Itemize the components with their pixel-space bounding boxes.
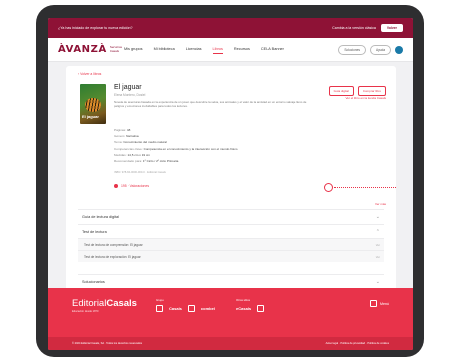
rating-text: 195 · Valoraciones — [121, 184, 150, 188]
footer-group-other: Otros sitios eCasals — [236, 298, 265, 312]
test-label: Test de lectura de exploración: El jagua… — [84, 254, 141, 259]
accordion-header[interactable]: Test de lectura ⌃ — [78, 225, 384, 238]
meta-value: Conocimiento del medio natural — [123, 140, 167, 145]
brand-ecasals-link[interactable]: eCasals — [236, 306, 251, 311]
meta-key: Competencias clave: — [114, 146, 143, 151]
callout-dotted-line — [334, 187, 396, 188]
solutions-button[interactable]: Soluciones — [338, 44, 367, 55]
footer-menu-label: Menú — [380, 301, 389, 306]
footer-bottom-bar: © 2024 Editorial Casals, SA · Todos los … — [48, 337, 413, 350]
meta-value: Competencia en el conocimiento y la inte… — [143, 146, 238, 151]
brand-casals-link[interactable]: Casals — [169, 306, 182, 311]
meta-key: Tema: — [114, 140, 123, 145]
nav-item-mi-biblioteca[interactable]: Mi biblioteca — [154, 45, 175, 54]
accordion-header[interactable]: Guía de lectura digital ⌄ — [78, 210, 384, 223]
accordion-title: Test de lectura — [82, 229, 107, 234]
promo-actions: Cambia a la versión clásica Volver — [332, 24, 403, 32]
logo-subtext: Servicios Casals — [109, 45, 122, 53]
accordion-title: Solucionarios — [82, 279, 105, 284]
footer-logo-b: Casals — [106, 298, 137, 309]
combel-icon — [187, 305, 195, 312]
casals-icon — [156, 305, 163, 312]
accordion-reading-guide[interactable]: Guía de lectura digital ⌄ — [78, 209, 384, 223]
chevron-down-icon: ⌄ — [375, 278, 380, 285]
main-header: ÀVANZÀ Servicios Casals Mis grupos Mi bi… — [48, 38, 413, 62]
book-author: Elena Montero, Dosiel — [114, 93, 146, 97]
book-detail-card: ‹ Volver a libros El jaguar El jaguar El… — [66, 66, 396, 306]
list-item[interactable]: Test de lectura de exploración: El jagua… — [78, 250, 384, 262]
back-to-books-link[interactable]: ‹ Volver a libros — [78, 72, 101, 76]
meta-value: Narrativa — [126, 134, 139, 139]
ecasals-icon — [257, 305, 265, 312]
main-nav: Mis grupos Mi biblioteca Licencias Libro… — [124, 45, 338, 54]
promo-text: ¿Ya has iniciado de explorar tu nueva ed… — [58, 26, 133, 30]
book-description: Novela de aventuras basada en la experie… — [114, 100, 307, 109]
meta-row-recommended: Recomendado para: 1º Ciclo / 2º ciclo Pr… — [114, 159, 314, 165]
meta-key: Medidas: — [114, 152, 127, 157]
footer-logo-a: Editorial — [72, 298, 107, 309]
footer-menu-button[interactable]: Menú — [370, 300, 389, 307]
footer-logo[interactable]: EditorialCasals — [72, 298, 137, 309]
test-view-link[interactable]: Ver — [376, 255, 380, 259]
accordion-header[interactable]: Solucionarios ⌄ — [78, 275, 384, 288]
classic-version-link[interactable]: Cambia a la versión clásica — [332, 26, 376, 30]
test-label: Test de lectura de comprensión: El jagua… — [84, 242, 143, 247]
meta-value: 1º Ciclo / 2º ciclo Primaria — [142, 158, 179, 163]
meta-key: Género: — [114, 134, 126, 139]
book-cover-image: El jaguar — [80, 84, 106, 124]
nav-item-libros[interactable]: Libros — [212, 45, 223, 54]
footer-brand-list: eCasals — [236, 305, 265, 312]
store-link[interactable]: Ver el libro en la tienda Casals — [345, 96, 386, 100]
rating-link[interactable]: 195 · Valoraciones — [114, 184, 149, 188]
book-title: El jaguar — [114, 84, 142, 91]
meta-value: 14,5 cm x 19 cm — [127, 152, 151, 157]
chevron-down-icon: ⌄ — [375, 213, 380, 220]
copyright-text: © 2024 Editorial Casals, SA · Todos los … — [72, 342, 143, 345]
digital-guide-button[interactable]: Guía digital — [328, 86, 354, 96]
book-actions: Guía digital Comprar libro — [328, 86, 386, 96]
footer-group-label: Otros sitios — [236, 298, 250, 302]
logo-text: ÀVANZÀ — [58, 44, 107, 55]
accordion-title: Guía de lectura digital — [82, 214, 119, 219]
book-metadata: Páginas: 48 Género: Narrativa Tema: Cono… — [114, 128, 314, 165]
nav-item-recursos[interactable]: Recursos — [234, 45, 250, 54]
cover-title: El jaguar — [82, 114, 99, 119]
site-footer: EditorialCasals Educación desde 1870 Gru… — [48, 288, 413, 350]
nav-item-cela-banner[interactable]: CELA Banner — [261, 45, 284, 54]
accordion-solutions[interactable]: Solucionarios ⌄ — [78, 274, 384, 288]
user-avatar[interactable] — [395, 45, 403, 54]
chevron-up-icon: ⌃ — [375, 228, 380, 235]
nav-item-licencias[interactable]: Licencias — [186, 45, 202, 54]
isbn-note: ISBN: 978-84-0000-000-0 · Editorial Casa… — [114, 171, 166, 174]
footer-brand-list: Casals combel — [156, 305, 215, 312]
accordion-reading-tests[interactable]: Test de lectura ⌃ Test de lectura de com… — [78, 224, 384, 262]
footer-group-brands: Grupo Casals combel — [156, 298, 215, 312]
test-view-link[interactable]: Ver — [376, 243, 380, 247]
meta-key: Recomendado para: — [114, 158, 143, 163]
app-screen: ¿Ya has iniciado de explorar tu nueva ed… — [48, 18, 413, 350]
list-item[interactable]: Test de lectura de comprensión: El jagua… — [78, 238, 384, 250]
highlight-marker-icon — [324, 183, 333, 192]
footer-group-label: Grupo — [156, 298, 164, 302]
buy-book-button[interactable]: Comprar libro — [357, 86, 386, 96]
promo-back-button[interactable]: Volver — [380, 24, 403, 32]
help-button[interactable]: Ayuda — [370, 44, 391, 55]
view-more-link[interactable]: Ver más — [375, 202, 386, 206]
meta-key: Páginas: — [114, 128, 127, 132]
menu-icon — [370, 300, 377, 307]
header-actions: Soluciones Ayuda — [338, 44, 403, 55]
brand-combel-link[interactable]: combel — [201, 306, 215, 311]
nav-item-mis-grupos[interactable]: Mis grupos — [124, 45, 143, 54]
meta-value: 48 — [126, 128, 131, 132]
legal-links[interactable]: Aviso legal · Política de privacidad · P… — [326, 342, 389, 345]
promo-bar: ¿Ya has iniciado de explorar tu nueva ed… — [48, 18, 413, 38]
heart-icon — [114, 184, 118, 188]
avanza-logo[interactable]: ÀVANZÀ Servicios Casals — [58, 44, 122, 55]
footer-logo-subtitle: Educación desde 1870 — [72, 310, 99, 313]
jaguar-illustration — [85, 98, 101, 112]
